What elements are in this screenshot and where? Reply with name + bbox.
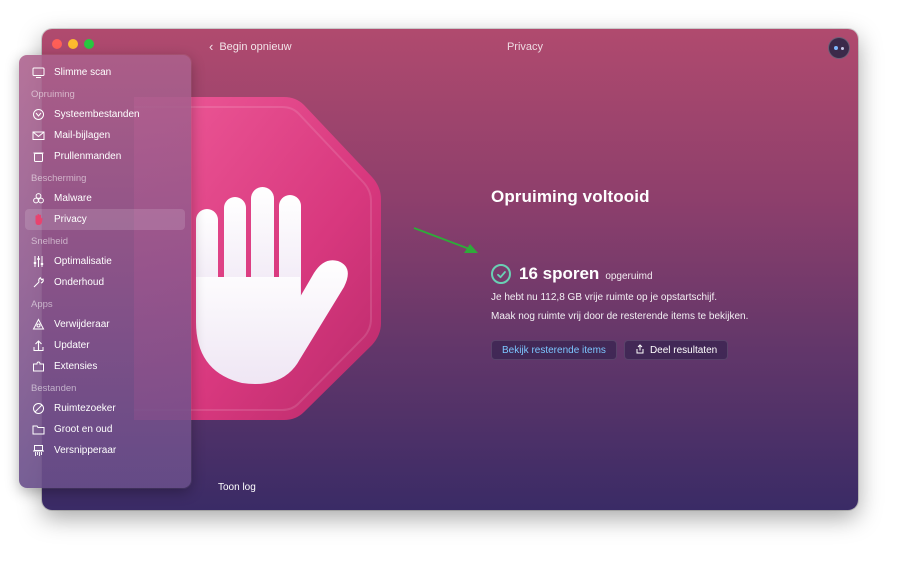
sidebar-item-large-old-files[interactable]: Groot en oud [25, 419, 185, 440]
space-lens-icon [32, 402, 45, 415]
result-count-row: 16 sporen opgeruimd [491, 264, 748, 284]
checkmark-icon [491, 264, 511, 284]
sidebar-item-privacy[interactable]: Privacy [25, 209, 185, 230]
updater-icon [32, 339, 45, 352]
shredder-icon [32, 444, 45, 457]
sidebar-item-extensions[interactable]: Extensies [25, 356, 185, 377]
free-space-message: Je hebt nu 112,8 GB vrije ruimte op je o… [491, 292, 718, 303]
sidebar-item-shredder[interactable]: Versnipperaar [25, 440, 185, 461]
uninstaller-icon [32, 318, 45, 331]
result-actions: Bekijk resterende items Deel resultaten [491, 340, 748, 360]
share-results-button[interactable]: Deel resultaten [623, 340, 729, 360]
sidebar-item-maintenance[interactable]: Onderhoud [25, 272, 185, 293]
sidebar-item-malware[interactable]: Malware [25, 188, 185, 209]
result-heading: Opruiming voltooid [491, 187, 650, 206]
result-panel: Opruiming voltooid 16 sporen opgeruimd J… [491, 187, 748, 360]
review-remaining-label: Bekijk resterende items [502, 344, 606, 356]
extensions-icon [32, 360, 45, 373]
share-results-label: Deel resultaten [649, 344, 718, 356]
folder-icon [32, 423, 45, 436]
traces-count: 16 sporen [519, 264, 600, 283]
traces-count-suffix: opgeruimd [605, 270, 653, 282]
sidebar-section-cleanup: Opruiming [31, 89, 75, 100]
monitor-icon [32, 66, 45, 79]
sidebar-item-smart-scan[interactable]: Slimme scan [25, 62, 185, 83]
mail-icon [32, 129, 45, 142]
sidebar-item-trash-bins[interactable]: Prullenmanden [25, 146, 185, 167]
biohazard-icon [32, 192, 45, 205]
show-log-button[interactable]: Toon log [218, 482, 256, 493]
sidebar-section-apps: Apps [31, 299, 53, 310]
sidebar-section-speed: Snelheid [31, 236, 68, 247]
sidebar-item-updater[interactable]: Updater [25, 335, 185, 356]
hand-icon [32, 213, 45, 226]
assistant-dot-icon [834, 46, 838, 50]
share-icon [635, 343, 645, 357]
sidebar-section-files: Bestanden [31, 383, 77, 394]
sidebar-item-system-junk[interactable]: Systeembestanden [25, 104, 185, 125]
sidebar: Slimme scan Opruiming Systeembestanden M… [19, 55, 191, 488]
trash-icon [32, 150, 45, 163]
sidebar-item-mail-attachments[interactable]: Mail-bijlagen [25, 125, 185, 146]
sidebar-item-space-lens[interactable]: Ruimtezoeker [25, 398, 185, 419]
sidebar-item-optimization[interactable]: Optimalisatie [25, 251, 185, 272]
wrench-icon [32, 276, 45, 289]
window-title: Privacy [506, 41, 544, 53]
review-remaining-button[interactable]: Bekijk resterende items [491, 340, 617, 360]
assistant-button[interactable] [828, 37, 850, 59]
remaining-items-message: Maak nog ruimte vrij door de resterende … [491, 311, 749, 322]
sliders-icon [32, 255, 45, 268]
sidebar-section-protection: Bescherming [31, 173, 87, 184]
system-junk-icon [32, 108, 45, 121]
sidebar-item-uninstaller[interactable]: Verwijderaar [25, 314, 185, 335]
annotation-arrow [413, 227, 478, 253]
